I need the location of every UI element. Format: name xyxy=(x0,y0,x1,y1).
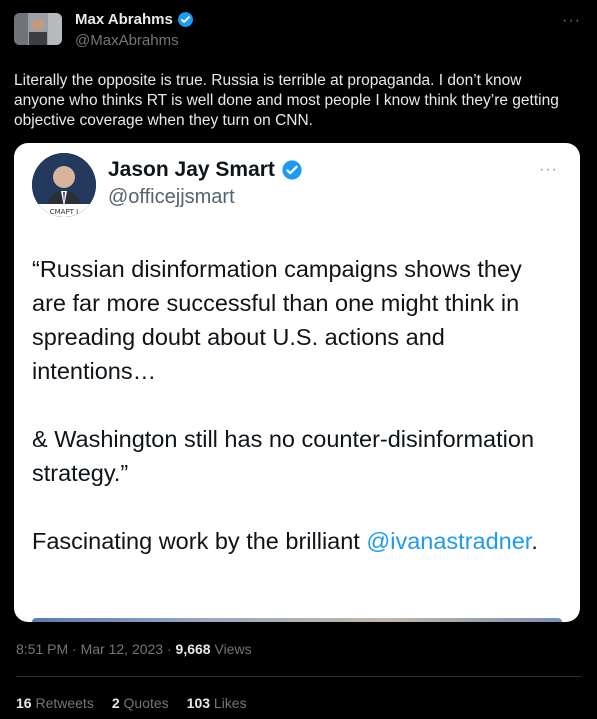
likes-count: 103 xyxy=(186,695,211,711)
quoted-author-name-label: Jason Jay Smart xyxy=(108,158,275,181)
avatar-image xyxy=(14,13,62,45)
quoted-text: “Russian disinformation campaigns shows … xyxy=(32,252,562,558)
mention-link[interactable]: @ivanastradner xyxy=(366,528,531,554)
quoted-author-name[interactable]: Jason Jay Smart xyxy=(108,158,303,182)
tweet-time[interactable]: 8:51 PM xyxy=(16,641,68,657)
quoted-text-body: “Russian disinformation campaigns shows … xyxy=(32,256,535,554)
quoted-avatar-image: СМАРТ І xyxy=(32,153,96,217)
more-options-icon[interactable]: ··· xyxy=(562,12,581,30)
tweet-date[interactable]: Mar 12, 2023 xyxy=(81,641,164,657)
avatar[interactable] xyxy=(14,13,62,45)
retweets-label: Retweets xyxy=(31,695,94,711)
author-name-label: Max Abrahms xyxy=(75,11,173,28)
engagement-stats: 16 Retweets 2 Quotes 103 Likes xyxy=(16,695,247,711)
quoted-verified-badge-icon xyxy=(282,160,302,180)
quotes-count: 2 xyxy=(111,695,120,711)
author-name[interactable]: Max Abrahms xyxy=(75,11,194,28)
author-handle[interactable]: @MaxAbrahms xyxy=(75,32,179,49)
quotes-label: Quotes xyxy=(119,695,169,711)
quotes-stat[interactable]: 2 Quotes xyxy=(112,695,169,711)
quoted-text-end: . xyxy=(531,528,538,554)
retweets-stat[interactable]: 16 Retweets xyxy=(16,695,94,711)
views-count: 9,668 xyxy=(175,641,211,657)
meta-separator: · xyxy=(163,641,176,657)
quoted-avatar-caption: СМАРТ І xyxy=(50,208,79,216)
verified-badge-icon xyxy=(177,12,193,27)
quoted-media-preview[interactable] xyxy=(32,618,562,622)
tweet-text: Literally the opposite is true. Russia i… xyxy=(14,72,559,129)
retweets-count: 16 xyxy=(16,695,32,711)
quoted-avatar[interactable]: СМАРТ І xyxy=(32,153,96,217)
divider xyxy=(16,676,581,677)
quoted-more-options-icon[interactable]: ··· xyxy=(539,161,558,179)
likes-label: Likes xyxy=(210,695,247,711)
likes-stat[interactable]: 103 Likes xyxy=(187,695,247,711)
meta-separator: · xyxy=(68,641,81,657)
views-label: Views xyxy=(210,641,252,657)
quoted-tweet[interactable]: СМАРТ І Jason Jay Smart @officejjsmart ·… xyxy=(14,143,580,622)
tweet-meta: 8:51 PM · Mar 12, 2023 · 9,668 Views xyxy=(16,641,252,657)
quoted-author-handle[interactable]: @officejjsmart xyxy=(108,186,235,209)
